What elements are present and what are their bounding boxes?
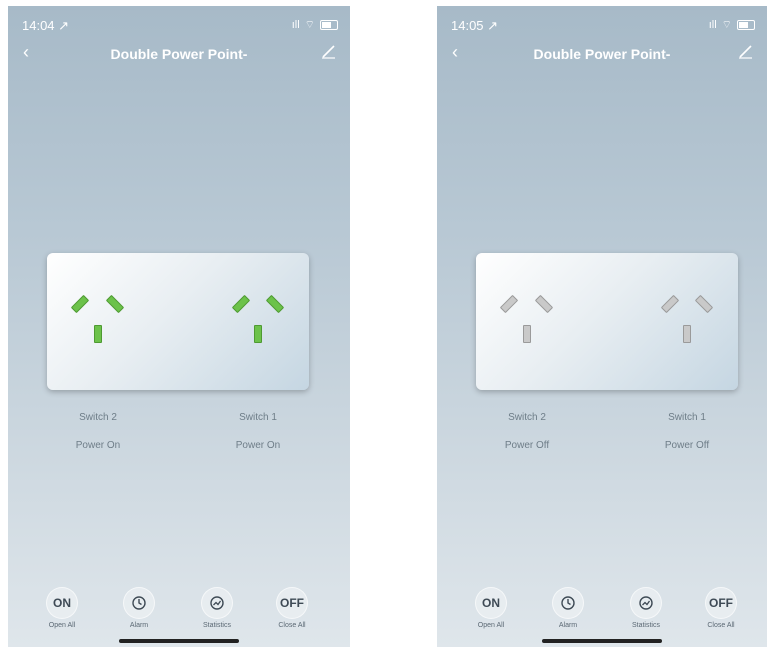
alarm-button[interactable]: Alarm xyxy=(538,587,598,629)
battery-icon xyxy=(737,20,755,30)
statistics-button[interactable]: Statistics xyxy=(616,587,676,629)
switch-2-state[interactable]: Power On xyxy=(53,440,143,451)
switch-1-label[interactable]: Switch 1 xyxy=(213,412,303,423)
socket-1-pin-earth xyxy=(254,325,262,343)
home-indicator[interactable] xyxy=(119,639,239,643)
switch-1-state[interactable]: Power On xyxy=(213,440,303,451)
status-time: 14:04 ↗ xyxy=(22,18,70,33)
page-title: Double Power Point- xyxy=(110,46,248,62)
socket-2-pin-right xyxy=(534,294,554,314)
phone-screen-right: 14:05 ↗ ıll ⌔ ‹ Double Power Point- Swit… xyxy=(437,6,767,647)
socket-1-pin-right xyxy=(265,294,285,314)
on-icon: ON xyxy=(46,587,78,619)
statistics-label: Statistics xyxy=(202,622,231,629)
chart-icon xyxy=(630,587,662,619)
statistics-button[interactable]: Statistics xyxy=(187,587,247,629)
socket-2-pin-left xyxy=(499,294,519,314)
status-icons: ıll ⌔ xyxy=(292,18,338,32)
socket-1-pin-left xyxy=(231,294,251,314)
chart-icon xyxy=(201,587,233,619)
bottom-toolbar: ON Open All Alarm Statistics OFF Close A… xyxy=(437,587,767,647)
switch-1-state[interactable]: Power Off xyxy=(642,440,732,451)
close-all-label: Close All xyxy=(707,622,735,629)
clock-icon xyxy=(123,587,155,619)
socket-1-pin-right xyxy=(694,294,714,314)
open-all-label: Open All xyxy=(48,622,76,629)
open-all-label: Open All xyxy=(477,622,505,629)
power-point-outlet xyxy=(47,253,309,390)
on-icon: ON xyxy=(475,587,507,619)
close-all-label: Close All xyxy=(278,622,306,629)
off-icon: OFF xyxy=(705,587,737,619)
home-indicator[interactable] xyxy=(542,639,662,643)
socket-2-pin-left xyxy=(70,294,90,314)
phone-screen-left: 14:04 ↗ ıll ⌔ ‹ Double Power Point- Swit… xyxy=(8,6,350,647)
bottom-toolbar: ON Open All Alarm Statistics OFF Close A… xyxy=(8,587,350,647)
status-time: 14:05 ↗ xyxy=(451,18,499,33)
status-icons: ıll ⌔ xyxy=(709,18,755,32)
off-icon: OFF xyxy=(276,587,308,619)
wifi-icon: ⌔ xyxy=(304,19,315,31)
close-all-button[interactable]: OFF Close All xyxy=(262,587,322,629)
open-all-button[interactable]: ON Open All xyxy=(461,587,521,629)
battery-icon xyxy=(320,20,338,30)
wifi-icon: ⌔ xyxy=(721,19,732,31)
socket-2-pin-earth xyxy=(94,325,102,343)
signal-icon: ıll xyxy=(291,19,300,31)
page-title: Double Power Point- xyxy=(533,46,671,62)
edit-icon[interactable] xyxy=(737,42,755,60)
socket-2-pin-earth xyxy=(523,325,531,343)
signal-icon: ıll xyxy=(708,19,717,31)
socket-2-pin-right xyxy=(105,294,125,314)
switch-2-label[interactable]: Switch 2 xyxy=(482,412,572,423)
close-all-button[interactable]: OFF Close All xyxy=(691,587,751,629)
alarm-label: Alarm xyxy=(129,622,149,629)
alarm-button[interactable]: Alarm xyxy=(109,587,169,629)
switch-2-state[interactable]: Power Off xyxy=(482,440,572,451)
statistics-label: Statistics xyxy=(631,622,660,629)
socket-1-pin-earth xyxy=(683,325,691,343)
switch-1-label[interactable]: Switch 1 xyxy=(642,412,732,423)
alarm-label: Alarm xyxy=(558,622,578,629)
switch-2-label[interactable]: Switch 2 xyxy=(53,412,143,423)
open-all-button[interactable]: ON Open All xyxy=(32,587,92,629)
clock-icon xyxy=(552,587,584,619)
power-point-outlet xyxy=(476,253,738,390)
edit-icon[interactable] xyxy=(320,42,338,60)
socket-1-pin-left xyxy=(660,294,680,314)
